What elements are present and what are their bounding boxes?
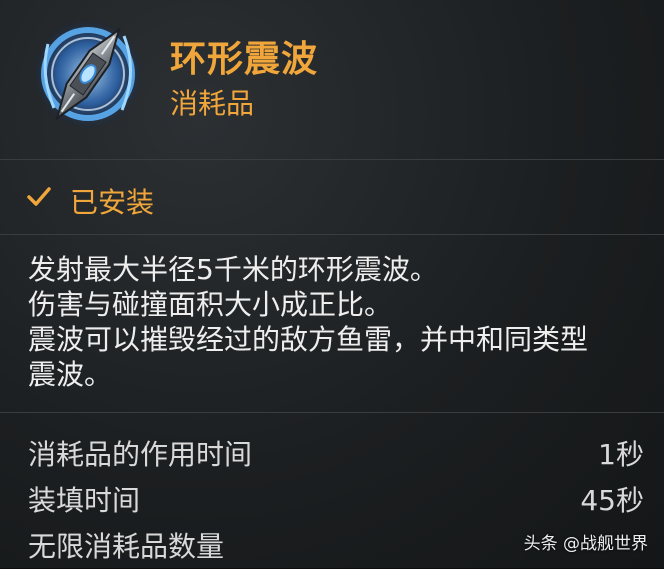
stat-value: 1秒 [598, 438, 644, 471]
tooltip-header: 环形震波 消耗品 [0, 0, 664, 160]
stat-label: 消耗品的作用时间 [28, 438, 253, 471]
item-name: 环形震波 [170, 39, 319, 80]
checkmark-icon [26, 185, 52, 209]
stat-label: 无限消耗品数量 [28, 530, 225, 563]
shockwave-consumable-icon [28, 14, 148, 134]
description-line: 发射最大半径5千米的环形震波。 [28, 253, 438, 286]
installed-status: 已安装 [0, 161, 664, 235]
consumable-tooltip: 环形震波 消耗品 已安装 发射最大半径5千米的环形震波。 伤害与碰撞面积大小成正… [0, 0, 664, 568]
stat-row-action-time: 消耗品的作用时间 1秒 [0, 433, 664, 477]
stat-label: 装填时间 [28, 484, 141, 517]
stat-value: 45秒 [580, 484, 644, 517]
item-type: 消耗品 [170, 87, 255, 120]
installed-label: 已安装 [70, 186, 155, 219]
description-line: 震波可以摧毁经过的敌方鱼雷，并中和同类型 [28, 323, 589, 356]
source-watermark: 头条 @战舰世界 [523, 534, 648, 554]
description-line: 伤害与碰撞面积大小成正比。 [28, 288, 393, 321]
stat-row-reload-time: 装填时间 45秒 [0, 479, 664, 523]
item-description: 发射最大半径5千米的环形震波。 伤害与碰撞面积大小成正比。 震波可以摧毁经过的敌… [28, 252, 648, 392]
description-line: 震波。 [28, 358, 113, 391]
